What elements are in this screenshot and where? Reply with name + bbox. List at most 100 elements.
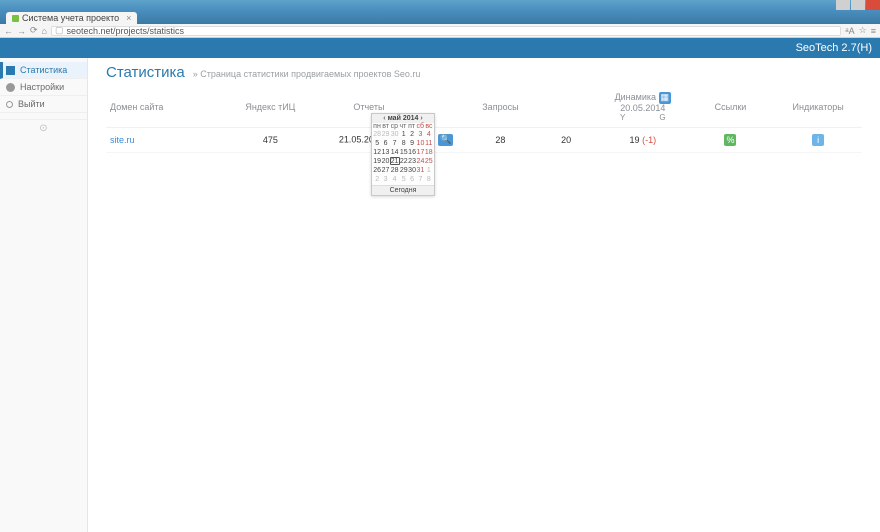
window-minimize-button[interactable] xyxy=(836,0,850,10)
day-cell[interactable]: 7 xyxy=(390,139,400,148)
day-cell[interactable]: 30 xyxy=(408,166,416,175)
power-icon xyxy=(6,101,13,108)
bookmark-icon[interactable]: ☆ xyxy=(859,25,867,36)
day-cell[interactable]: 9 xyxy=(408,139,416,148)
day-cell[interactable]: 28 xyxy=(373,130,381,139)
browser-tab[interactable]: Система учета проекто × xyxy=(6,12,137,24)
window-titlebar xyxy=(0,0,880,10)
favicon-icon xyxy=(12,15,19,22)
app-brand: SeoTech 2.7(H) xyxy=(796,42,872,54)
day-cell[interactable]: 12 xyxy=(373,148,381,157)
day-cell[interactable]: 8 xyxy=(425,175,433,184)
next-month-button[interactable]: › xyxy=(418,115,424,122)
close-tab-icon[interactable]: × xyxy=(126,13,131,23)
table-header-row: Домен сайта Яндекс тИЦ Отчеты Запросы Ди… xyxy=(106,87,862,127)
day-cell[interactable]: 27 xyxy=(381,166,389,175)
link-icon[interactable]: % xyxy=(724,134,736,146)
day-cell[interactable]: 4 xyxy=(425,130,433,139)
dyn-diff: (-1) xyxy=(642,135,656,145)
day-cell[interactable]: 22 xyxy=(400,157,408,166)
dow-cell: сб xyxy=(416,123,424,130)
th-domain: Домен сайта xyxy=(106,87,227,127)
url-input[interactable]: ▢ seotech.net/projects/statistics xyxy=(51,26,841,36)
day-cell[interactable]: 6 xyxy=(408,175,416,184)
window-maximize-button[interactable] xyxy=(851,0,865,10)
breadcrumb: » Страница статистики продвигаемых проек… xyxy=(193,69,421,79)
sidebar-item-settings[interactable]: Настройки xyxy=(0,79,87,96)
menu-icon[interactable]: ≡ xyxy=(871,26,876,36)
projects-table: Домен сайта Яндекс тИЦ Отчеты Запросы Ди… xyxy=(106,87,862,153)
main-content: Статистика » Страница статистики продвиг… xyxy=(88,58,880,532)
day-cell[interactable]: 4 xyxy=(390,175,400,184)
sidebar-item-label: Настройки xyxy=(20,82,64,92)
day-cell[interactable]: 10 xyxy=(416,139,424,148)
sidebar-item-label: Выйти xyxy=(18,99,45,109)
day-cell[interactable]: 18 xyxy=(425,148,433,157)
domain-link[interactable]: site.ru xyxy=(110,135,135,145)
sidebar-collapse-button[interactable]: ⊙ xyxy=(0,119,87,134)
day-cell[interactable]: 2 xyxy=(408,130,416,139)
gear-icon xyxy=(6,83,15,92)
dyn-value: 19 xyxy=(630,135,640,145)
day-cell[interactable]: 30 xyxy=(390,130,400,139)
sidebar-item-statistics[interactable]: Статистика xyxy=(0,62,87,79)
th-dyn-y: Y xyxy=(620,114,625,123)
search-icon[interactable]: 🔍 xyxy=(438,134,453,146)
dow-cell: ср xyxy=(390,123,398,130)
day-cell[interactable]: 11 xyxy=(425,139,433,148)
day-cell[interactable]: 15 xyxy=(400,148,408,157)
day-cell[interactable]: 25 xyxy=(425,157,433,166)
day-cell[interactable]: 21 xyxy=(390,157,400,165)
day-cell[interactable]: 17 xyxy=(416,148,424,157)
translate-icon[interactable]: ᵃA xyxy=(845,26,854,36)
day-cell[interactable]: 1 xyxy=(400,130,408,139)
forward-icon[interactable]: → xyxy=(17,26,26,36)
day-cell[interactable]: 29 xyxy=(400,166,408,175)
app-root: SeoTech 2.7(H) Статистика Настройки Выйт… xyxy=(0,38,880,532)
datepicker-title: май 2014 xyxy=(388,115,419,122)
cell-q2: 20 xyxy=(533,127,599,152)
day-cell[interactable]: 3 xyxy=(416,130,424,139)
day-cell[interactable]: 8 xyxy=(400,139,408,148)
cell-indicators: i xyxy=(774,127,862,152)
day-cell[interactable]: 7 xyxy=(416,175,424,184)
day-cell[interactable]: 5 xyxy=(373,139,381,148)
day-cell[interactable]: 26 xyxy=(373,166,381,175)
cell-tic: 475 xyxy=(227,127,315,152)
day-cell[interactable]: 28 xyxy=(390,166,400,175)
window-close-button[interactable] xyxy=(866,0,880,10)
th-dyn-g: G xyxy=(659,114,665,123)
home-icon[interactable]: ⌂ xyxy=(42,26,47,36)
datepicker-header: ‹ май 2014 › xyxy=(372,114,434,123)
back-icon[interactable]: ← xyxy=(4,26,13,36)
page-title: Статистика xyxy=(106,64,185,81)
day-cell[interactable]: 24 xyxy=(416,157,424,166)
dow-cell: вт xyxy=(382,123,390,130)
day-cell[interactable]: 29 xyxy=(381,130,389,139)
day-cell[interactable]: 31 xyxy=(416,166,424,175)
day-cell[interactable]: 20 xyxy=(381,157,389,166)
datepicker-popover: ‹ май 2014 › пнвтсрчтптсбвс 282930123456… xyxy=(371,113,435,196)
reload-icon[interactable]: ⟳ xyxy=(30,25,38,36)
table-row: site.ru 475 21.05.2014 ▦ 🔍 28 20 19 xyxy=(106,127,862,152)
sidebar-item-logout[interactable]: Выйти xyxy=(0,96,87,113)
day-cell[interactable]: 5 xyxy=(400,175,408,184)
day-cell[interactable]: 3 xyxy=(381,175,389,184)
day-cell[interactable]: 13 xyxy=(381,148,389,157)
dow-cell: пт xyxy=(408,123,416,130)
cell-dyn: 19 (-1) xyxy=(599,127,687,152)
day-cell[interactable]: 19 xyxy=(373,157,381,166)
th-queries2 xyxy=(533,87,599,127)
today-button[interactable]: Сегодня xyxy=(372,185,434,195)
day-cell[interactable]: 16 xyxy=(408,148,416,157)
day-cell[interactable]: 23 xyxy=(408,157,416,166)
day-cell[interactable]: 6 xyxy=(381,139,389,148)
stats-icon xyxy=(6,66,15,75)
day-cell[interactable]: 14 xyxy=(390,148,400,157)
info-icon[interactable]: i xyxy=(812,134,824,146)
day-cell[interactable]: 2 xyxy=(373,175,381,184)
dow-cell: чт xyxy=(399,123,407,130)
th-dynamics: Динамика ▦ 20.05.2014 Y G xyxy=(599,87,687,127)
day-cell[interactable]: 1 xyxy=(425,166,433,175)
th-indicators: Индикаторы xyxy=(774,87,862,127)
